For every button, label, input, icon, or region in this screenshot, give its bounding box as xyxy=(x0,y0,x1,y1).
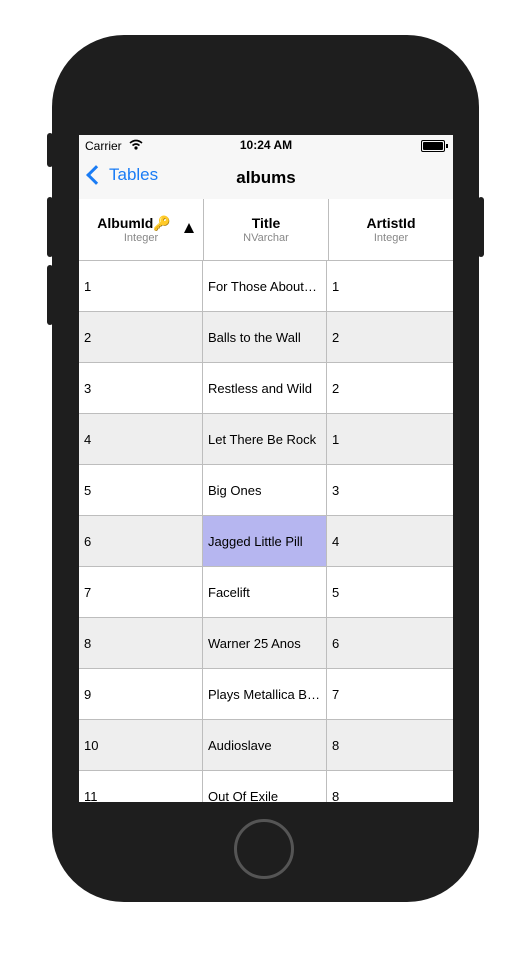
column-header-albumid[interactable]: AlbumId🔑 Integer xyxy=(79,199,204,260)
table-row: 4 Let There Be Rock 1 xyxy=(79,414,453,465)
cell-albumid[interactable]: 2 xyxy=(79,312,203,362)
cell-title[interactable]: Audioslave xyxy=(203,720,327,770)
screen: Carrier 10:24 AM Tables albums AlbumId🔑 xyxy=(79,135,453,802)
key-icon: 🔑 xyxy=(153,215,171,231)
cell-albumid[interactable]: 3 xyxy=(79,363,203,413)
cell-title[interactable]: Facelift xyxy=(203,567,327,617)
battery-icon xyxy=(421,140,448,152)
cell-albumid[interactable]: 11 xyxy=(79,771,203,802)
table-row: 10 Audioslave 8 xyxy=(79,720,453,771)
cell-albumid[interactable]: 9 xyxy=(79,669,203,719)
status-time: 10:24 AM xyxy=(239,138,293,152)
column-type: NVarchar xyxy=(243,232,289,244)
table-row: 9 Plays Metallica B… 7 xyxy=(79,669,453,720)
cell-title[interactable]: Plays Metallica B… xyxy=(203,669,327,719)
cell-albumid[interactable]: 1 xyxy=(79,261,203,311)
cell-albumid[interactable]: 10 xyxy=(79,720,203,770)
home-button[interactable] xyxy=(234,819,294,879)
cell-title[interactable]: Let There Be Rock xyxy=(203,414,327,464)
cell-title[interactable]: Warner 25 Anos xyxy=(203,618,327,668)
table-row: 7 Facelift 5 xyxy=(79,567,453,618)
status-bar: Carrier 10:24 AM xyxy=(79,135,453,157)
table-row: 8 Warner 25 Anos 6 xyxy=(79,618,453,669)
cell-artistid[interactable]: 2 xyxy=(327,363,451,413)
table-row: 11 Out Of Exile 8 xyxy=(79,771,453,802)
cell-artistid[interactable]: 6 xyxy=(327,618,451,668)
cell-albumid[interactable]: 4 xyxy=(79,414,203,464)
cell-artistid[interactable]: 3 xyxy=(327,465,451,515)
table-row: 1 For Those About… 1 xyxy=(79,261,453,312)
cell-title[interactable]: Balls to the Wall xyxy=(203,312,327,362)
cell-albumid[interactable]: 7 xyxy=(79,567,203,617)
data-grid: AlbumId🔑 Integer Title NVarchar ArtistId… xyxy=(79,199,453,802)
power-button xyxy=(478,197,484,257)
table-row: 5 Big Ones 3 xyxy=(79,465,453,516)
page-title: albums xyxy=(236,168,296,187)
cell-title[interactable]: For Those About… xyxy=(203,261,327,311)
cell-artistid[interactable]: 8 xyxy=(327,720,451,770)
cell-artistid[interactable]: 1 xyxy=(327,261,451,311)
cell-albumid[interactable]: 5 xyxy=(79,465,203,515)
cell-title[interactable]: Out Of Exile xyxy=(203,771,327,802)
cell-title[interactable]: Restless and Wild xyxy=(203,363,327,413)
cell-artistid[interactable]: 5 xyxy=(327,567,451,617)
table-row: 6 Jagged Little Pill 4 xyxy=(79,516,453,567)
column-name: Title xyxy=(251,215,281,231)
cell-albumid[interactable]: 6 xyxy=(79,516,203,566)
table-row: 3 Restless and Wild 2 xyxy=(79,363,453,414)
navigation-bar: Tables albums xyxy=(79,157,453,200)
table-row: 2 Balls to the Wall 2 xyxy=(79,312,453,363)
column-header-title[interactable]: Title NVarchar xyxy=(204,199,329,260)
mute-switch xyxy=(47,133,53,167)
column-type: Integer xyxy=(123,232,159,244)
cell-artistid[interactable]: 7 xyxy=(327,669,451,719)
cell-albumid[interactable]: 8 xyxy=(79,618,203,668)
cell-artistid[interactable]: 1 xyxy=(327,414,451,464)
grid-header: AlbumId🔑 Integer Title NVarchar ArtistId… xyxy=(79,199,453,261)
cell-artistid[interactable]: 8 xyxy=(327,771,451,803)
sort-ascending-icon xyxy=(184,223,194,233)
cell-artistid[interactable]: 4 xyxy=(327,516,451,566)
cell-title[interactable]: Big Ones xyxy=(203,465,327,515)
column-name: ArtistId xyxy=(366,215,416,231)
column-name: AlbumId xyxy=(97,215,154,231)
column-type: Integer xyxy=(373,232,409,244)
volume-down-button xyxy=(47,265,53,325)
cell-artistid[interactable]: 2 xyxy=(327,312,451,362)
cell-title-selected[interactable]: Jagged Little Pill xyxy=(203,516,327,566)
column-header-artistid[interactable]: ArtistId Integer xyxy=(329,199,453,260)
volume-up-button xyxy=(47,197,53,257)
